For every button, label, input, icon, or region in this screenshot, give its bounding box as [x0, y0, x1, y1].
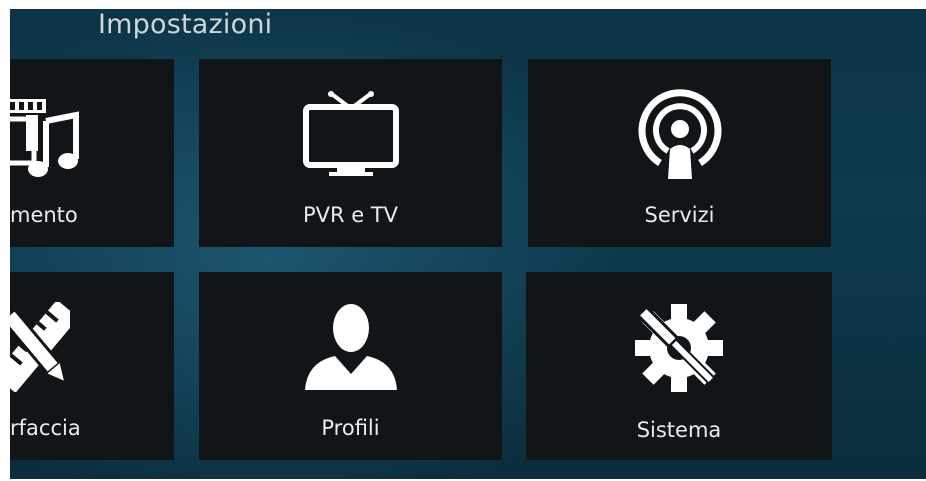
- tile-sistema[interactable]: Sistema: [526, 272, 832, 460]
- tile-pvr-tv[interactable]: PVR e TV: [199, 59, 502, 247]
- tv-icon: [302, 91, 399, 177]
- tile-label: Servizi: [644, 203, 715, 227]
- tile-label: rfaccia: [10, 416, 81, 440]
- tile-servizi[interactable]: Servizi: [528, 59, 831, 247]
- tile-profili[interactable]: Profili: [199, 272, 502, 460]
- user-profile-icon: [301, 300, 401, 392]
- tile-label: Profili: [321, 416, 380, 440]
- tile-interfaccia[interactable]: rfaccia: [10, 272, 174, 460]
- tile-media[interactable]: mento: [10, 59, 174, 247]
- settings-screen: Impostazioni mento PVR e TV Servizi rfac…: [10, 9, 926, 479]
- gear-screwdriver-icon: [631, 300, 727, 396]
- tile-label: mento: [10, 203, 78, 227]
- pencil-ruler-icon: [10, 299, 79, 393]
- broadcast-user-icon: [638, 89, 722, 181]
- tile-label: Sistema: [636, 418, 722, 442]
- media-filmstrip-music-icon: [10, 91, 86, 187]
- tile-label: PVR e TV: [302, 203, 399, 227]
- page-title: Impostazioni: [98, 9, 273, 40]
